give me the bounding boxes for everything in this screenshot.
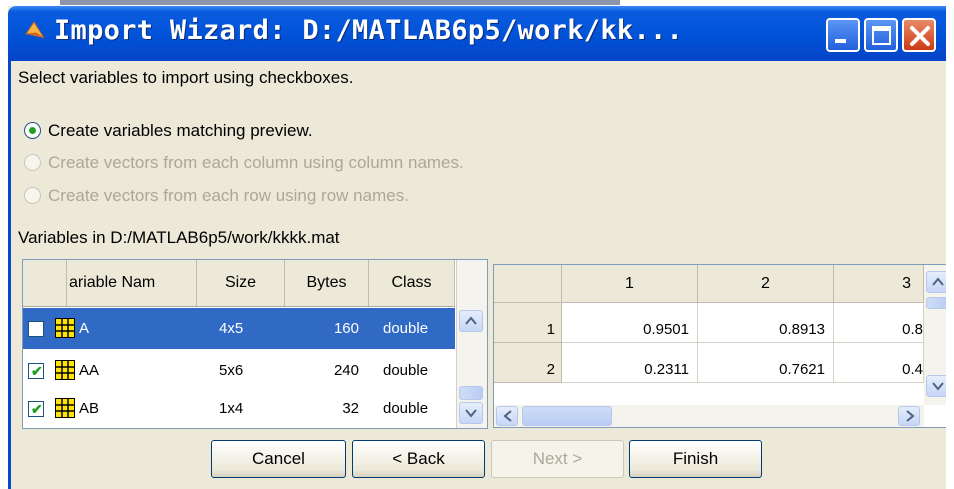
column-header-bytes[interactable]: Bytes: [285, 260, 369, 306]
arrow-left-icon: [503, 410, 512, 422]
cancel-button[interactable]: Cancel: [211, 440, 346, 478]
preview-row-header[interactable]: 1: [494, 303, 562, 343]
var-name: A: [79, 320, 90, 337]
table-row[interactable]: ✔ AB 1x4 32 double: [23, 388, 455, 428]
var-class: double: [383, 400, 429, 417]
variables-vertical-scrollbar[interactable]: [456, 260, 487, 428]
row-checkbox[interactable]: ✔: [28, 363, 44, 379]
var-name: AA: [79, 362, 100, 379]
var-bytes: 160: [333, 320, 359, 337]
radio-row-vectors[interactable]: [24, 187, 41, 204]
arrow-up-icon: [932, 277, 944, 286]
var-class: double: [383, 320, 429, 337]
variables-table-header: ariable Nam Size Bytes Class: [23, 260, 455, 307]
row-checkbox[interactable]: [28, 321, 44, 337]
variables-table: ariable Nam Size Bytes Class A 4x5 160 d…: [22, 259, 488, 429]
preview-cell[interactable]: 0.4: [834, 343, 924, 383]
matrix-variable-icon: [55, 398, 75, 418]
column-header-name[interactable]: ariable Nam: [67, 260, 197, 306]
back-button[interactable]: < Back: [352, 440, 485, 478]
preview-cell[interactable]: 0.7621: [698, 343, 834, 383]
preview-cell[interactable]: 0.8: [834, 303, 924, 343]
next-button[interactable]: Next >: [491, 440, 624, 478]
window-title: Import Wizard: D:/MATLAB6p5/work/kk...: [54, 15, 684, 46]
option-match-preview-label[interactable]: Create variables matching preview.: [48, 121, 313, 141]
var-size: 4x5: [219, 320, 244, 337]
scroll-down-button[interactable]: [459, 402, 483, 424]
minimize-button[interactable]: [826, 18, 860, 52]
table-row[interactable]: ✔ AA 5x6 240 double: [23, 350, 455, 391]
checkmark-icon: ✔: [31, 363, 43, 379]
column-header-size[interactable]: Size: [197, 260, 285, 306]
matrix-variable-icon: [55, 318, 75, 338]
column-header-class[interactable]: Class: [369, 260, 455, 306]
preview-row-header[interactable]: 2: [494, 343, 562, 383]
row-checkbox[interactable]: ✔: [28, 401, 44, 417]
minimize-icon: [835, 39, 846, 43]
scroll-thumb[interactable]: [522, 406, 612, 426]
preview-grid: 1 2 3 1 0.9501 0.8913 0.8 2 0.2311 0.762…: [493, 264, 952, 428]
arrow-down-icon: [465, 409, 477, 418]
title-bar[interactable]: Import Wizard: D:/MATLAB6p5/work/kk...: [8, 6, 954, 61]
preview-cell[interactable]: 0.9501: [562, 303, 698, 343]
var-size: 5x6: [219, 362, 244, 379]
maximize-icon: [872, 26, 891, 45]
var-bytes: 32: [342, 400, 359, 417]
var-name: AB: [79, 400, 100, 417]
option-column-vectors-label[interactable]: Create vectors from each column using co…: [48, 153, 464, 173]
checkmark-icon: ✔: [31, 401, 43, 417]
var-bytes: 240: [333, 362, 359, 379]
scroll-thumb[interactable]: [926, 297, 948, 309]
close-icon: [910, 26, 930, 46]
checkbox-column-header[interactable]: [23, 260, 67, 306]
scroll-down-button[interactable]: [926, 375, 948, 397]
arrow-down-icon: [932, 382, 944, 391]
instructions-text: Select variables to import using checkbo…: [18, 68, 354, 87]
var-class: double: [383, 362, 429, 379]
radio-selected-dot: [29, 127, 36, 134]
screen-edge: [946, 0, 954, 489]
scroll-right-button[interactable]: [898, 406, 920, 426]
scroll-up-button[interactable]: [926, 271, 948, 293]
preview-col-header[interactable]: 2: [698, 265, 834, 303]
window-border: [8, 61, 11, 489]
option-row-vectors-label[interactable]: Create vectors from each row using row n…: [48, 186, 409, 206]
scroll-thumb[interactable]: [459, 386, 483, 400]
radio-column-vectors[interactable]: [24, 154, 41, 171]
matrix-variable-icon: [55, 360, 75, 380]
variables-heading: Variables in D:/MATLAB6p5/work/kkkk.mat: [18, 228, 340, 247]
table-row[interactable]: A 4x5 160 double: [23, 308, 455, 349]
close-button[interactable]: [902, 18, 936, 52]
arrow-right-icon: [906, 410, 915, 422]
radio-match-preview[interactable]: [24, 122, 41, 139]
arrow-up-icon: [465, 316, 477, 325]
import-wizard-window: Import Wizard: D:/MATLAB6p5/work/kk... S…: [8, 6, 954, 489]
scroll-left-button[interactable]: [496, 406, 518, 426]
preview-horizontal-scrollbar[interactable]: [494, 405, 924, 427]
preview-cell[interactable]: 0.2311: [562, 343, 698, 383]
preview-cell[interactable]: 0.8913: [698, 303, 834, 343]
maximize-button[interactable]: [864, 18, 898, 52]
var-size: 1x4: [219, 400, 244, 417]
finish-button[interactable]: Finish: [629, 440, 762, 478]
preview-col-header[interactable]: 3: [834, 265, 924, 303]
preview-col-header[interactable]: 1: [562, 265, 698, 303]
corner-header: [494, 265, 562, 303]
scroll-up-button[interactable]: [459, 310, 483, 332]
matlab-logo-icon: [24, 21, 45, 39]
